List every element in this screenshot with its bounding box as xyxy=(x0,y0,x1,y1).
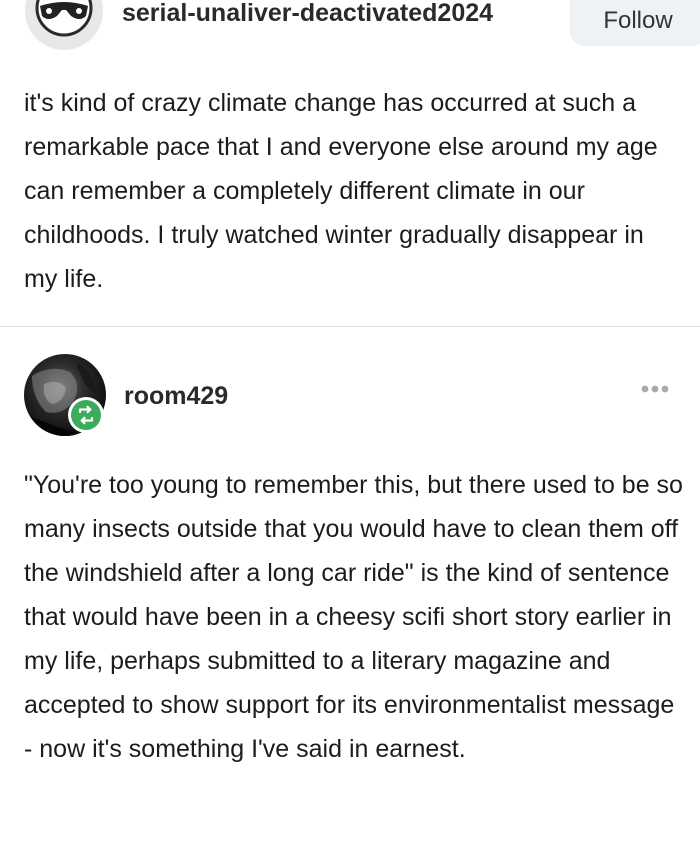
avatar-top[interactable] xyxy=(25,0,103,50)
sunglasses-face-icon xyxy=(25,0,103,50)
reblog-badge xyxy=(68,397,104,433)
post-body-text: "You're too young to remember this, but … xyxy=(24,471,683,763)
post-body-text: it's kind of crazy climate change has oc… xyxy=(24,89,658,293)
more-options-button[interactable] xyxy=(630,377,680,401)
username[interactable]: serial-unaliver-deactivated2024 xyxy=(122,0,552,30)
follow-button[interactable]: Follow xyxy=(570,0,700,46)
more-options-icon xyxy=(641,385,669,393)
reblog-icon xyxy=(78,405,94,425)
post-top: serial-unaliver-deactivated2024 Follow i… xyxy=(0,0,700,327)
screenshot-page: serial-unaliver-deactivated2024 Follow i… xyxy=(0,0,700,860)
post-reblog: room429 "You're too young to remember th… xyxy=(0,327,700,860)
username[interactable]: room429 xyxy=(124,381,228,411)
